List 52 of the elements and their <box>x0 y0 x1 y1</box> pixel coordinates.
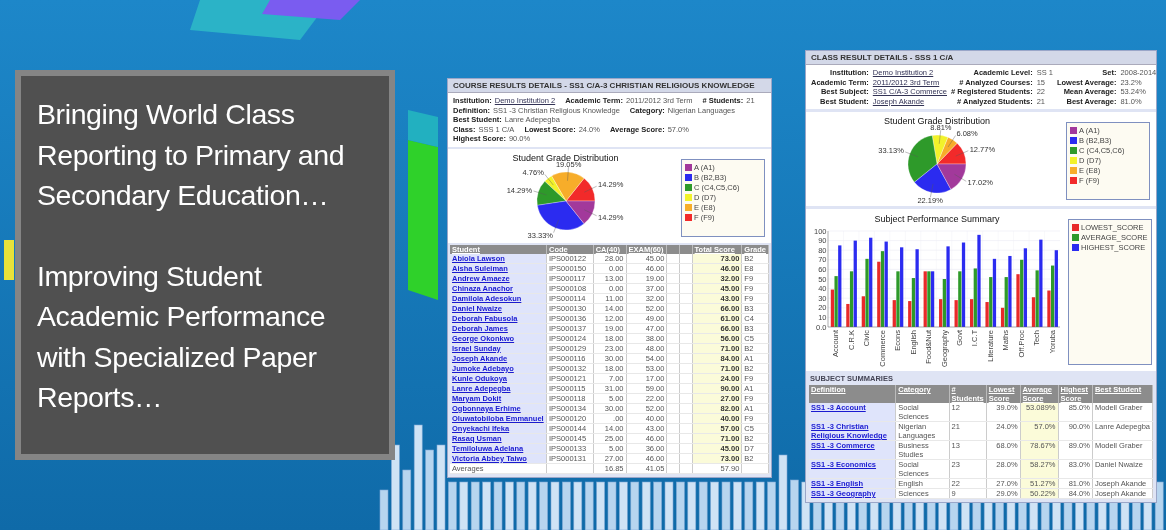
background-bar <box>596 481 605 530</box>
background-bar <box>459 481 469 530</box>
leader-line <box>947 135 956 148</box>
leader-line <box>954 174 967 182</box>
background-bar <box>527 481 537 530</box>
background-bar <box>550 481 560 530</box>
leader-line <box>552 219 559 233</box>
background-bar <box>698 481 708 530</box>
leader-line <box>583 185 597 192</box>
background-bar <box>516 481 526 530</box>
background-bar <box>1154 481 1164 530</box>
leader-line <box>939 130 941 144</box>
background-bar <box>482 481 491 530</box>
background-bar <box>790 479 799 530</box>
report-title: COURSE RESULTS DETAILS - SS1 C/A-3 CHRISTIAN RELIGIOUS KNOWLEDGE <box>448 79 771 93</box>
background-bar <box>584 481 594 530</box>
background-bar <box>664 481 674 530</box>
chart-title: Student Grade Distribution <box>883 116 991 126</box>
background-bar <box>448 481 457 530</box>
background-bar <box>539 481 548 530</box>
background-bar <box>607 481 617 530</box>
background-bar <box>470 481 480 530</box>
chart-title: Student Grade Distribution <box>512 152 619 163</box>
leader-line <box>566 166 569 181</box>
background-bar <box>744 481 754 530</box>
leader-line <box>544 173 554 185</box>
3d-bar-drawing <box>4 240 14 280</box>
background-bar <box>562 481 571 530</box>
banner-paragraph: Improving Student Academic Performance with Specialized Paper Reports… <box>37 258 327 415</box>
background-bar <box>619 481 628 530</box>
background-bar <box>721 481 731 530</box>
report-title: CLASS RESULT DETAILS - SSS 1 C/A <box>806 51 1156 65</box>
background-bar <box>676 481 685 530</box>
leader-line <box>905 151 919 157</box>
chart-title: Subject Performance Summary <box>874 214 1000 224</box>
background-bar <box>379 489 389 530</box>
leader-line <box>532 190 547 195</box>
background-bar <box>767 481 776 530</box>
background-bar <box>653 481 662 530</box>
background-bar <box>710 481 719 530</box>
background-bar <box>493 481 503 530</box>
leader-line <box>930 183 934 198</box>
background-bar <box>573 481 583 530</box>
background-bar <box>641 481 651 530</box>
leader-line <box>583 209 597 216</box>
background-bar <box>630 481 640 530</box>
banner-paragraph: Bringing World Class Reporting to Primary and Secondary Education… <box>37 97 346 213</box>
background-bar <box>505 481 514 530</box>
background-bar <box>687 481 697 530</box>
leader-line <box>955 150 969 157</box>
background-bar <box>755 481 765 530</box>
background-bar <box>733 481 742 530</box>
